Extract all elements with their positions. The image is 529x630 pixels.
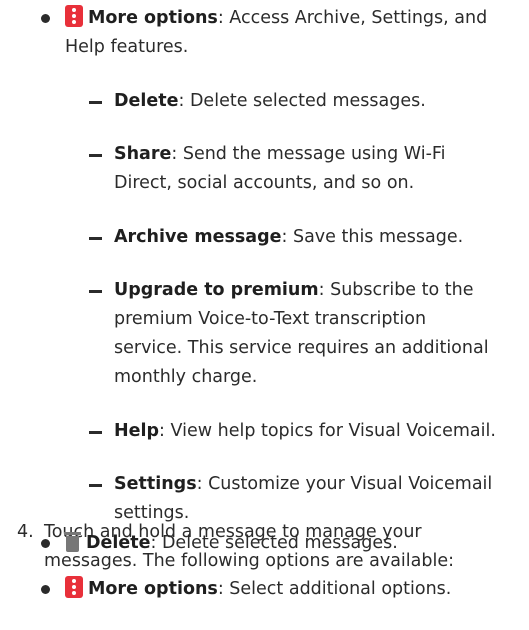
item-title: Upgrade to premium (114, 280, 319, 300)
step4-more-options-item: More options: Select additional options. (65, 576, 451, 602)
more-options-item: More options: Access Archive, Settings, … (65, 5, 487, 31)
item-title: More options (88, 8, 218, 28)
share-desc-cont: Direct, social accounts, and so on. (114, 173, 415, 193)
item-title: More options (88, 579, 218, 599)
upgrade-desc-cont-1: premium Voice-to-Text transcription (114, 309, 427, 329)
upgrade-item: Upgrade to premium: Subscribe to the (114, 277, 474, 303)
delete-item: Delete: Delete selected messages. (114, 88, 426, 114)
more-options-desc-cont: Help features. (65, 37, 189, 57)
item-desc: : Access Archive, Settings, and (217, 8, 488, 28)
more-options-icon (65, 576, 83, 598)
bullet-dot (41, 14, 50, 23)
item-desc: : Select additional options. (217, 579, 452, 599)
dash-marker (89, 290, 102, 293)
item-title: Share (114, 144, 172, 164)
item-desc: : Send the message using Wi-Fi (171, 144, 446, 164)
share-item: Share: Send the message using Wi-Fi (114, 141, 446, 167)
dash-marker (89, 101, 102, 104)
item-title: Help (114, 421, 160, 441)
dash-marker (89, 431, 102, 434)
item-desc: : Subscribe to the (318, 280, 474, 300)
dash-marker (89, 237, 102, 240)
upgrade-desc-cont-2: service. This service requires an additi… (114, 338, 489, 358)
item-desc: : Delete selected messages. (178, 91, 426, 111)
upgrade-desc-cont-3: monthly charge. (114, 367, 258, 387)
item-desc: : Save this message. (281, 227, 464, 247)
bullet-dot (41, 539, 50, 548)
item-title: Delete (114, 91, 179, 111)
dash-marker (89, 484, 102, 487)
item-title: Settings (114, 474, 197, 494)
help-item: Help: View help topics for Visual Voicem… (114, 418, 496, 444)
more-options-icon (65, 5, 83, 27)
trash-icon (64, 532, 81, 552)
step4-delete-item: Delete: Delete selected messages. (64, 530, 398, 556)
item-desc: : Customize your Visual Voicemail (196, 474, 493, 494)
item-desc: : View help topics for Visual Voicemail. (159, 421, 496, 441)
item-title: Delete (86, 533, 151, 553)
item-title: Archive message (114, 227, 282, 247)
step-number: 4. (17, 522, 34, 542)
archive-item: Archive message: Save this message. (114, 224, 463, 250)
item-desc: : Delete selected messages. (150, 533, 398, 553)
settings-item: Settings: Customize your Visual Voicemai… (114, 471, 492, 497)
bullet-dot (41, 585, 50, 594)
dash-marker (89, 154, 102, 157)
